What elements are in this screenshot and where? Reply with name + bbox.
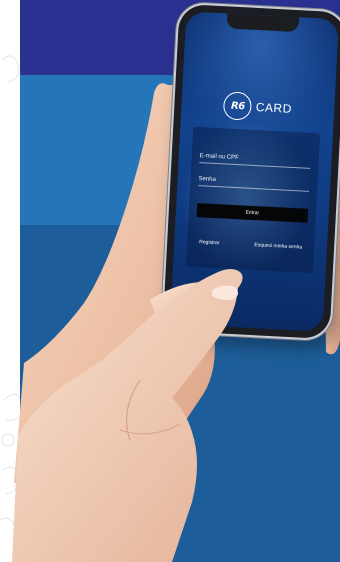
promo-illustration: R6 CARD E-mail ou CPF Senha Entrar Regis… [0,0,340,562]
pointing-finger [12,269,243,562]
